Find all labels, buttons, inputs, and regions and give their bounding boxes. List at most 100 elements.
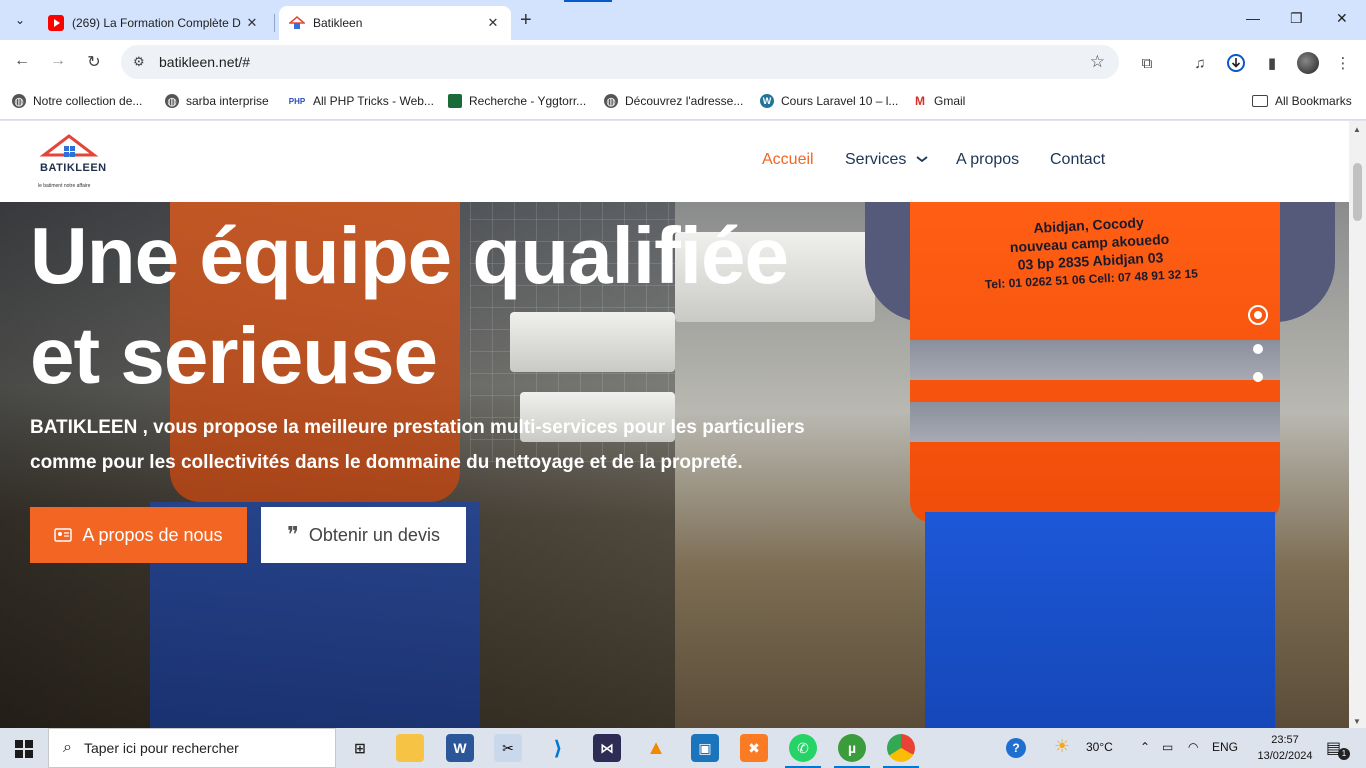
logo-tagline: le batiment notre affaire [38,183,91,189]
weather-icon[interactable]: ☀ [1054,736,1070,757]
vest-reflective-stripe [910,340,1280,380]
xampp-icon[interactable]: ✖ [740,734,768,762]
slide-dot-3[interactable] [1253,372,1263,382]
vest-reflective-stripe [910,402,1280,442]
address-bar[interactable]: ⚙ batikleen.net/# ☆ [121,45,1119,79]
tab-close-icon[interactable]: ✕ [244,15,260,31]
chevron-up-icon[interactable]: ⌃ [1140,740,1150,754]
minimize-icon[interactable]: — [1246,10,1260,26]
browser-toolbar: ← → ↻ ⚙ batikleen.net/# ☆ ⧉ ♫ ▮ ⋮ [0,40,1366,86]
logo-text: BATIKLEEN [40,162,107,174]
bookmark-item[interactable]: M Gmail [913,94,965,108]
back-icon[interactable]: ← [10,52,34,70]
folder-icon [1252,95,1268,107]
site-info-icon[interactable]: ⚙ [133,54,151,70]
tab-divider [274,14,275,32]
language-indicator[interactable]: ENG [1212,740,1238,754]
globe-icon: ◍ [165,94,179,108]
vest-print-text: Abidjan, Cocody nouveau camp akouedo 03 … [984,214,1199,292]
whatsapp-icon[interactable]: ✆ [785,734,821,768]
nav-accueil[interactable]: Accueil [762,151,814,169]
nav-contact[interactable]: Contact [1050,151,1105,169]
new-tab-button[interactable]: + [520,9,532,32]
quote-icon: ❞ [287,522,299,547]
nav-services[interactable]: Services [845,151,929,169]
side-panel-icon[interactable]: ▮ [1261,52,1283,74]
all-bookmarks-folder[interactable]: All Bookmarks [1252,94,1352,108]
file-explorer-icon[interactable] [396,734,424,762]
bookmarks-bar: ◍ Notre collection de... ◍ sarba interpr… [0,86,1366,120]
windows-start-icon[interactable] [15,740,33,758]
id-card-icon [54,528,73,542]
batikleen-icon [287,15,307,31]
globe-icon: ◍ [12,94,26,108]
bookmark-item[interactable]: Recherche - Yggtorr... [448,94,586,108]
bookmark-item[interactable]: ◍ Notre collection de... [12,94,142,108]
forward-icon[interactable]: → [46,52,70,70]
utorrent-icon[interactable]: µ [834,734,870,768]
vlc-icon[interactable]: ▲ [642,734,670,762]
nav-a-propos[interactable]: A propos [956,151,1019,169]
taskbar-search[interactable]: ⌕ Taper ici pour rechercher [48,728,336,768]
tab-search-button[interactable]: ⌄ [8,8,32,32]
bookmark-item[interactable]: W Cours Laravel 10 – l... [760,94,898,108]
chrome-icon[interactable] [883,734,919,768]
hero-subtitle: BATIKLEEN , vous propose la meilleure pr… [30,417,805,473]
scroll-thumb[interactable] [1353,163,1362,221]
taskbar-search-placeholder: Taper ici pour rechercher [83,740,239,756]
youtube-icon [48,15,64,31]
tab-close-icon[interactable]: ✕ [485,15,501,31]
download-icon[interactable] [1225,52,1247,74]
slide-dot-1-active[interactable] [1248,305,1268,325]
gmail-icon: M [915,94,925,108]
snipping-tool-icon[interactable]: ✂ [494,734,522,762]
profile-avatar[interactable] [1297,52,1319,74]
bookmark-item[interactable]: PHP All PHP Tricks - Web... [288,94,434,108]
battery-icon[interactable]: ▭ [1162,740,1173,754]
restore-icon[interactable]: ❐ [1290,10,1303,27]
globe-icon: ◍ [604,94,618,108]
close-window-icon[interactable]: ✕ [1336,10,1348,27]
about-us-button[interactable]: A propos de nous [30,507,247,563]
notification-count-badge: 1 [1338,748,1350,760]
page-viewport: BATIKLEEN le batiment notre affaire Accu… [0,121,1349,728]
scroll-up-icon[interactable]: ▲ [1353,125,1361,134]
windows-taskbar: ⌕ Taper ici pour rechercher ⊞ W ✂ ⟩ ⋈ ▲ … [0,728,1366,768]
chevron-down-icon [916,156,928,163]
worker-pants-right [925,512,1275,728]
nav-services-label: Services [845,151,907,168]
media-icon[interactable]: ♫ [1189,52,1211,74]
weather-temperature[interactable]: 30°C [1086,740,1113,754]
hero-title: Une équipe qualifiée et serieuse [30,211,789,400]
wifi-icon[interactable]: ◠ [1188,740,1198,754]
tab-indicator [564,0,612,2]
bookmark-item[interactable]: ◍ Découvrez l'adresse... [604,94,743,108]
bookmark-star-icon[interactable]: ☆ [1090,52,1105,72]
url-text[interactable]: batikleen.net/# [159,54,250,70]
scroll-down-icon[interactable]: ▼ [1353,717,1361,726]
site-header: BATIKLEEN le batiment notre affaire Accu… [0,121,1349,202]
page-scrollbar[interactable]: ▲ ▼ [1349,121,1366,728]
word-icon[interactable]: W [446,734,474,762]
get-quote-button[interactable]: ❞ Obtenir un devis [261,507,466,563]
hero-slider: Abidjan, Cocody nouveau camp akouedo 03 … [0,202,1349,728]
extensions-icon[interactable]: ⧉ [1136,52,1158,74]
tab-youtube[interactable]: (269) La Formation Complète D ✕ [38,6,270,40]
vscode-icon[interactable]: ⟩ [544,734,572,762]
tab-title: Batikleen [313,16,363,30]
virtualbox-icon[interactable]: ▣ [691,734,719,762]
tab-strip: ⌄ (269) La Formation Complète D ✕ Batikl… [0,0,1366,40]
visual-studio-icon[interactable]: ⋈ [593,734,621,762]
tab-title: (269) La Formation Complète D [72,16,241,30]
wordpress-icon: W [760,94,774,108]
ygg-icon [448,94,462,108]
bookmark-item[interactable]: ◍ sarba interprise [165,94,269,108]
menu-icon[interactable]: ⋮ [1332,52,1354,74]
search-icon: ⌕ [63,739,72,756]
tab-batikleen[interactable]: Batikleen ✕ [279,6,511,40]
slide-dot-2[interactable] [1253,344,1263,354]
help-icon[interactable]: ? [1006,738,1026,758]
task-view-icon[interactable]: ⊞ [346,734,374,762]
reload-icon[interactable]: ↻ [82,52,106,72]
system-clock[interactable]: 23:57 13/02/2024 [1256,732,1314,764]
